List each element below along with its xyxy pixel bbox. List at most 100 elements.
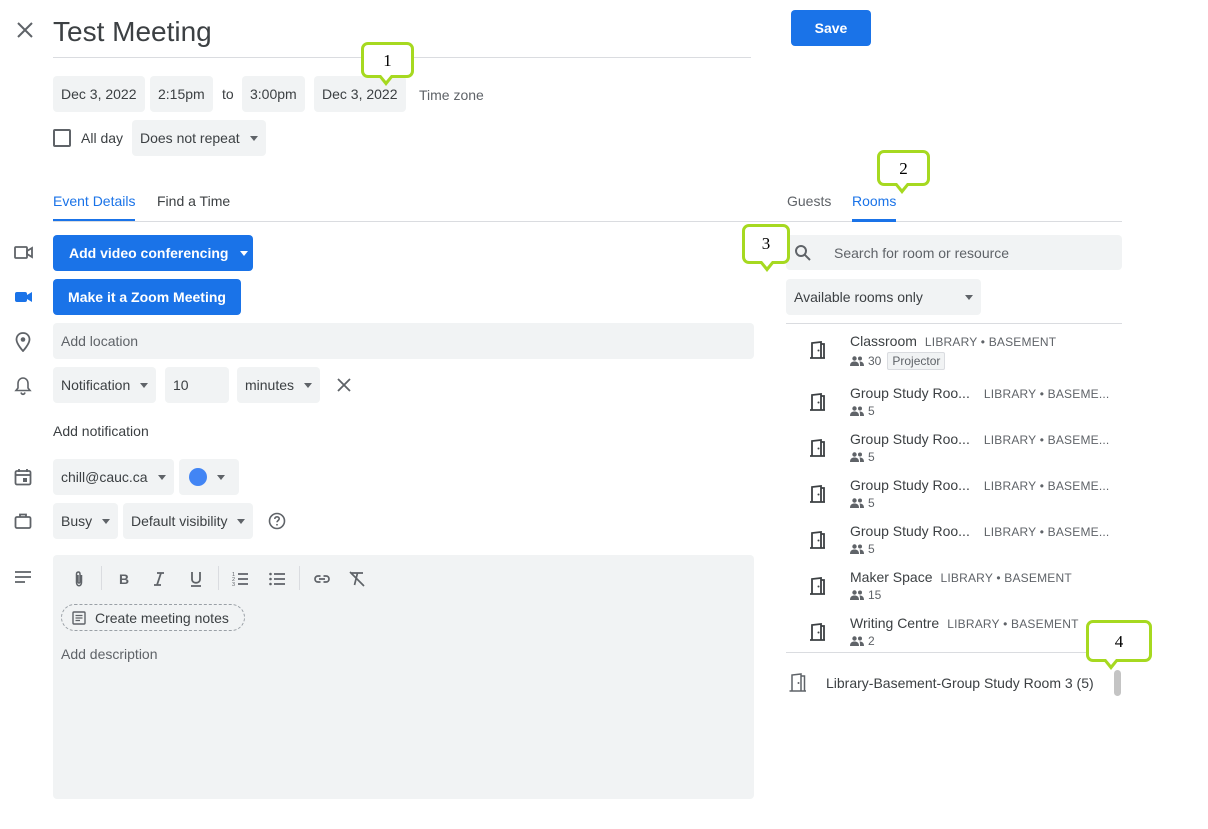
all-day-checkbox[interactable] [53, 129, 71, 147]
briefcase-icon [14, 512, 32, 530]
notification-type-dropdown[interactable]: Notification [53, 367, 157, 403]
people-icon [850, 636, 864, 646]
chevron-down-icon[interactable] [240, 250, 249, 256]
location-input[interactable]: Add location [53, 323, 754, 359]
room-name: Classroom [850, 333, 917, 349]
notification-type-text: Notification [61, 377, 131, 393]
notification-value-input[interactable]: 10 [165, 367, 229, 403]
door-icon [789, 673, 806, 692]
all-day-label: All day [81, 130, 124, 146]
people-icon [850, 590, 864, 600]
bold-icon[interactable]: B [115, 570, 133, 588]
clear-formatting-icon[interactable] [348, 570, 366, 588]
underline-icon[interactable] [187, 570, 205, 588]
room-search-placeholder: Search for room or resource [834, 244, 1010, 261]
room-name: Maker Space [850, 569, 933, 585]
selected-room-item[interactable]: Library-Basement-Group Study Room 3 (5) [786, 668, 1122, 698]
timezone-button[interactable]: Time zone [419, 87, 484, 103]
room-name: Group Study Roo... [850, 385, 970, 401]
calendar-dropdown[interactable]: chill@cauc.ca [53, 459, 174, 495]
tab-find-time[interactable]: Find a Time [157, 193, 230, 209]
notification-unit-text: minutes [245, 377, 295, 393]
scrollbar-thumb[interactable] [1114, 670, 1121, 696]
list-item[interactable]: Group Study Roo... LIBRARY • BASEME... 5 [786, 469, 1122, 515]
save-button[interactable]: Save [791, 10, 871, 46]
list-item[interactable]: Maker Space LIBRARY • BASEMENT 15 [786, 561, 1122, 607]
color-dropdown[interactable] [179, 459, 239, 495]
tab-guests[interactable]: Guests [787, 193, 831, 209]
help-icon[interactable] [268, 512, 286, 530]
door-icon [810, 531, 825, 549]
busy-text: Busy [61, 513, 93, 529]
list-item[interactable]: Group Study Roo... LIBRARY • BASEME... 5 [786, 377, 1122, 423]
list-item[interactable]: Classroom LIBRARY • BASEMENT 30 Projector [786, 325, 1122, 371]
zoom-meeting-button[interactable]: Make it a Zoom Meeting [53, 279, 241, 315]
callout-3-label: 3 [761, 234, 771, 253]
room-location: LIBRARY • BASEMENT [940, 571, 1072, 585]
bulleted-list-icon[interactable] [268, 570, 286, 588]
start-date-text: Dec 3, 2022 [61, 86, 137, 102]
notification-value-text: 10 [173, 377, 189, 393]
tab-event-details-label: Event Details [53, 193, 136, 209]
create-meeting-notes-button[interactable]: Create meeting notes [61, 604, 245, 631]
remove-notification-icon[interactable] [337, 378, 351, 392]
tabs-divider [53, 221, 1122, 222]
busy-dropdown[interactable]: Busy [53, 503, 119, 539]
toolbar-separator [218, 566, 219, 590]
start-date-field[interactable]: Dec 3, 2022 [53, 76, 145, 112]
rooms-list-divider [786, 323, 1122, 324]
description-editor[interactable] [53, 555, 754, 799]
callout-3: 3 [742, 224, 790, 272]
room-name: Group Study Roo... [850, 523, 970, 539]
room-capacity: 15 [868, 588, 882, 602]
visibility-text: Default visibility [131, 513, 228, 529]
location-placeholder: Add location [61, 333, 139, 349]
notification-unit-dropdown[interactable]: minutes [237, 367, 321, 403]
callout-1: 1 [361, 42, 414, 86]
room-capacity: 5 [868, 542, 875, 556]
add-notification-link[interactable]: Add notification [53, 423, 149, 439]
list-item[interactable]: Writing Centre LIBRARY • BASEMENT 2 [786, 607, 1122, 653]
room-location: LIBRARY • BASEME... [983, 433, 1110, 447]
chevron-down-icon [140, 382, 149, 388]
event-title: Test Meeting [53, 16, 212, 47]
callout-1-label: 1 [383, 51, 392, 70]
close-icon[interactable] [16, 21, 34, 39]
italic-icon[interactable] [150, 570, 168, 588]
color-swatch [189, 468, 207, 486]
room-capacity: 5 [868, 450, 875, 464]
visibility-dropdown[interactable]: Default visibility [123, 503, 254, 539]
start-time-field[interactable]: 2:15pm [150, 76, 213, 112]
room-capacity: 2 [868, 634, 875, 648]
door-icon [810, 623, 825, 641]
callout-4: 4 [1086, 620, 1152, 670]
svg-text:3: 3 [232, 582, 235, 588]
list-item[interactable]: Group Study Roo... LIBRARY • BASEME... 5 [786, 515, 1122, 561]
numbered-list-icon[interactable]: 123 [231, 570, 249, 588]
selected-room-name: Library-Basement-Group Study Room 3 (5) [826, 675, 1094, 691]
repeat-dropdown[interactable]: Does not repeat [132, 120, 266, 156]
room-capacity: 5 [868, 496, 875, 510]
tab-guests-label: Guests [787, 193, 832, 209]
toolbar-separator [299, 566, 300, 590]
svg-text:B: B [119, 571, 129, 587]
list-item[interactable]: Group Study Roo... LIBRARY • BASEME... 5 [786, 423, 1122, 469]
link-icon[interactable] [313, 570, 331, 588]
people-icon [850, 452, 864, 462]
door-icon [810, 439, 825, 457]
room-name: Group Study Roo... [850, 477, 970, 493]
add-video-conferencing-button[interactable]: Add video conferencing [53, 235, 253, 271]
tab-find-time-label: Find a Time [157, 193, 231, 209]
rooms-filter-dropdown[interactable]: Available rooms only [786, 279, 981, 315]
attachment-icon[interactable] [70, 570, 88, 588]
door-icon [810, 341, 825, 359]
door-icon [810, 577, 825, 595]
tab-event-details[interactable]: Event Details [53, 193, 136, 222]
people-icon [850, 498, 864, 508]
room-search-input[interactable]: Search for room or resource [786, 235, 1122, 270]
callout-4-label: 4 [1114, 632, 1124, 651]
bell-icon [14, 376, 32, 396]
end-time-field[interactable]: 3:00pm [242, 76, 305, 112]
chevron-down-icon [157, 474, 166, 480]
tab-rooms[interactable]: Rooms [852, 193, 897, 222]
